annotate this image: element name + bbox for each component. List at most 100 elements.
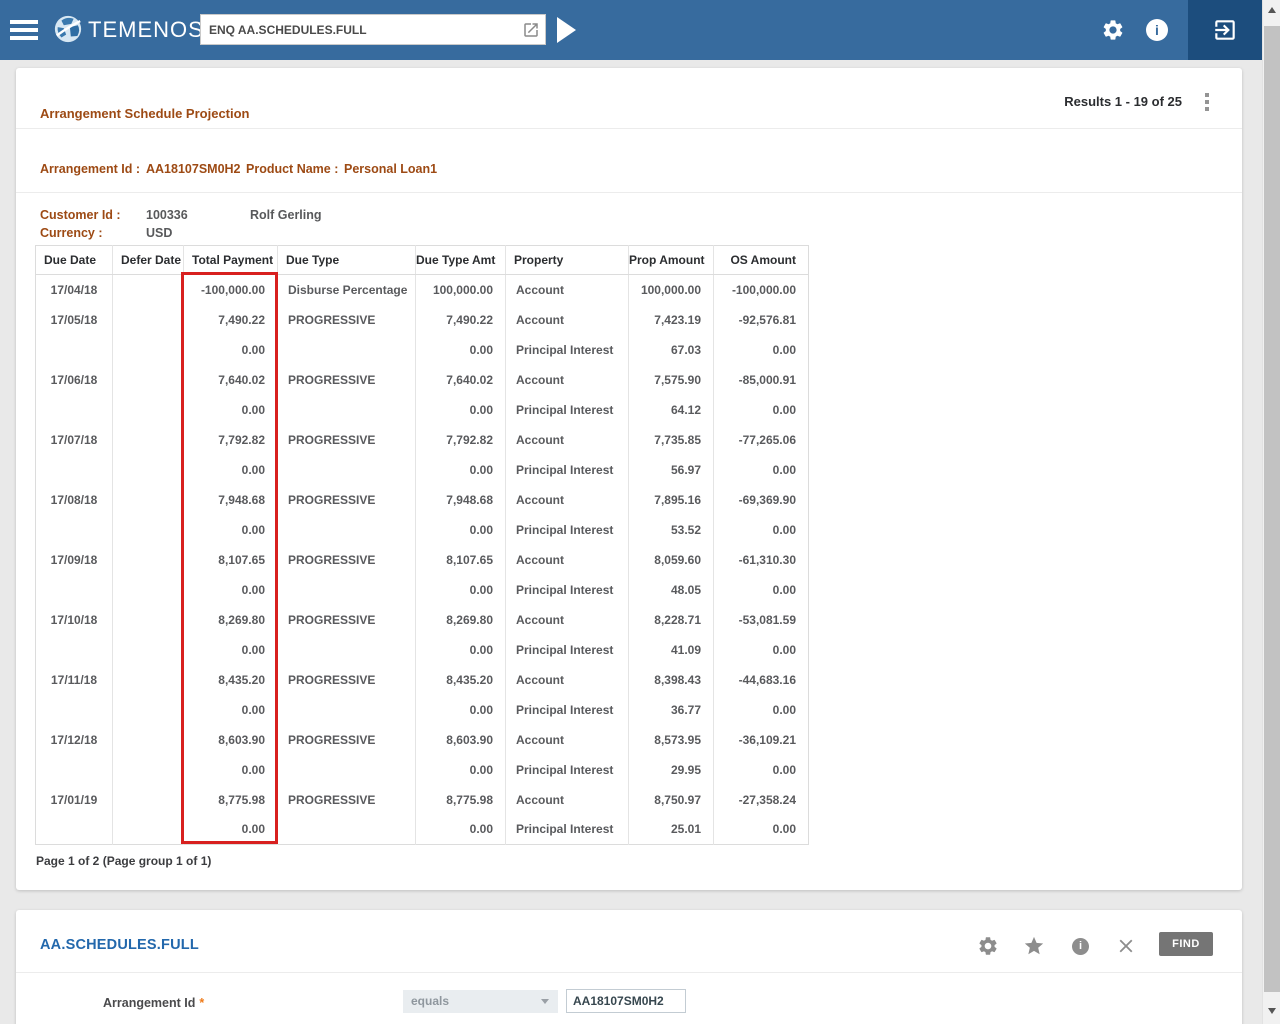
run-command-icon[interactable] <box>557 17 576 43</box>
table-cell: PROGRESSIVE <box>278 545 416 575</box>
command-input[interactable] <box>201 15 545 44</box>
table-row: 17/12/188,603.90PROGRESSIVE8,603.90Accou… <box>36 725 809 755</box>
table-cell: Principal Interest <box>506 395 629 425</box>
scroll-down-icon[interactable] <box>1268 1008 1276 1014</box>
launch-icon[interactable] <box>522 21 540 44</box>
column-header: Property <box>506 246 629 275</box>
table-cell: -100,000.00 <box>184 275 278 305</box>
table-cell <box>278 635 416 665</box>
table-cell: Principal Interest <box>506 575 629 605</box>
table-cell <box>113 725 184 755</box>
settings-gear-icon[interactable] <box>1101 18 1125 47</box>
table-cell <box>278 755 416 785</box>
table-row: 0.000.00Principal Interest25.010.00 <box>36 815 809 845</box>
table-cell: Account <box>506 275 629 305</box>
table-cell: PROGRESSIVE <box>278 665 416 695</box>
table-cell: 8,435.20 <box>416 665 506 695</box>
close-icon[interactable] <box>1115 935 1137 962</box>
column-header: Due Date <box>36 246 113 275</box>
table-row: 17/01/198,775.98PROGRESSIVE8,775.98Accou… <box>36 785 809 815</box>
table-row: 17/11/188,435.20PROGRESSIVE8,435.20Accou… <box>36 665 809 695</box>
table-cell: Account <box>506 305 629 335</box>
table-cell: Principal Interest <box>506 455 629 485</box>
menu-icon[interactable] <box>10 20 38 40</box>
table-cell <box>113 695 184 725</box>
table-row: 0.000.00Principal Interest53.520.00 <box>36 515 809 545</box>
table-cell: 36.77 <box>629 695 714 725</box>
table-cell <box>113 395 184 425</box>
table-cell: Account <box>506 365 629 395</box>
table-cell: Account <box>506 725 629 755</box>
table-cell <box>36 635 113 665</box>
table-cell: 8,059.60 <box>629 545 714 575</box>
table-cell <box>113 335 184 365</box>
table-cell: 7,490.22 <box>184 305 278 335</box>
table-cell: 7,948.68 <box>184 485 278 515</box>
table-cell <box>278 455 416 485</box>
table-cell: 0.00 <box>714 695 809 725</box>
chevron-down-icon <box>541 999 549 1004</box>
find-button[interactable]: FIND <box>1159 932 1213 956</box>
arrangement-id-input[interactable] <box>566 989 686 1013</box>
query-settings-gear-icon[interactable] <box>977 935 999 962</box>
table-row: 17/07/187,792.82PROGRESSIVE7,792.82Accou… <box>36 425 809 455</box>
table-cell: 0.00 <box>714 395 809 425</box>
table-cell: -92,576.81 <box>714 305 809 335</box>
table-cell: Principal Interest <box>506 335 629 365</box>
table-cell: PROGRESSIVE <box>278 605 416 635</box>
operator-value: equals <box>411 994 449 1008</box>
results-count: Results 1 - 19 of 25 <box>1064 94 1182 109</box>
table-cell <box>36 455 113 485</box>
table-cell <box>36 575 113 605</box>
table-cell: 0.00 <box>714 815 809 845</box>
table-cell: 0.00 <box>416 635 506 665</box>
schedule-table: Due DateDefer DateTotal PaymentDue TypeD… <box>35 245 809 845</box>
top-bar: TEMENOS i <box>0 0 1262 60</box>
table-cell <box>113 785 184 815</box>
table-cell: -53,081.59 <box>714 605 809 635</box>
table-cell: Account <box>506 785 629 815</box>
table-cell: 0.00 <box>714 515 809 545</box>
table-cell <box>36 815 113 845</box>
sign-out-icon <box>1212 17 1238 43</box>
info-icon[interactable]: i <box>1146 19 1168 41</box>
operator-select[interactable]: equals <box>403 990 558 1013</box>
column-header: Due Type Amt <box>416 246 506 275</box>
panel-title: Arrangement Schedule Projection <box>40 106 250 121</box>
table-cell: 17/10/18 <box>36 605 113 635</box>
table-cell: 0.00 <box>184 575 278 605</box>
divider <box>16 972 1242 973</box>
scrollbar-thumb[interactable] <box>1264 26 1280 992</box>
table-cell: 0.00 <box>184 335 278 365</box>
table-cell: 8,775.98 <box>184 785 278 815</box>
table-cell: PROGRESSIVE <box>278 485 416 515</box>
table-cell: 0.00 <box>184 635 278 665</box>
table-cell: 17/11/18 <box>36 665 113 695</box>
table-cell: 8,107.65 <box>416 545 506 575</box>
table-cell: -27,358.24 <box>714 785 809 815</box>
table-cell: -69,369.90 <box>714 485 809 515</box>
table-cell: -61,310.30 <box>714 545 809 575</box>
arrangement-id-field-label: Arrangement Id* <box>103 996 204 1010</box>
scroll-up-icon[interactable] <box>1268 7 1276 13</box>
more-options-icon[interactable] <box>1202 93 1212 114</box>
table-cell <box>113 815 184 845</box>
table-cell <box>113 425 184 455</box>
temenos-globe-logo-icon <box>53 14 83 49</box>
table-cell: 100,000.00 <box>629 275 714 305</box>
table-cell: Account <box>506 545 629 575</box>
table-cell: 56.97 <box>629 455 714 485</box>
favorite-star-icon[interactable] <box>1023 935 1045 962</box>
table-cell: -100,000.00 <box>714 275 809 305</box>
table-cell: 0.00 <box>184 815 278 845</box>
table-cell <box>278 695 416 725</box>
table-cell <box>36 335 113 365</box>
sign-out-button[interactable] <box>1188 0 1262 60</box>
table-cell: Principal Interest <box>506 695 629 725</box>
table-cell: 0.00 <box>184 515 278 545</box>
customer-id-value: 100336 <box>146 208 188 222</box>
table-cell: 0.00 <box>416 575 506 605</box>
table-cell <box>278 335 416 365</box>
table-cell: 48.05 <box>629 575 714 605</box>
query-info-icon[interactable]: i <box>1072 938 1089 955</box>
